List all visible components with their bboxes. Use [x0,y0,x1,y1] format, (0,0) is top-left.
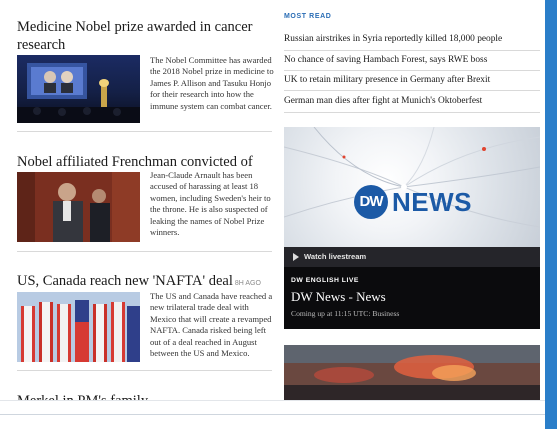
divider [17,370,272,371]
article-headline[interactable]: US, Canada reach new 'NAFTA' deal 8H AGO [17,272,272,293]
most-read-item[interactable]: Russian airstrikes in Syria reportedly k… [284,33,540,45]
article-headline[interactable]: Medicine Nobel prize awarded in cancer r… [17,18,272,54]
most-read-item[interactable]: German man dies after fight at Munich's … [284,95,540,107]
watch-livestream-label: Watch livestream [304,252,367,261]
article-teaser: The Nobel Committee has awarded the 2018… [150,55,274,111]
article-thumbnail[interactable] [17,55,140,123]
divider [284,112,540,113]
live-subtitle: Coming up at 11:15 UTC: Business [291,309,400,318]
most-read-item[interactable]: No chance of saving Hambach Forest, says… [284,54,540,66]
divider [284,90,540,91]
live-title[interactable]: DW News - News [291,289,386,305]
article-teaser: The US and Canada have reached a new tri… [150,291,273,359]
dw-logo-icon: DW [354,185,388,219]
divider [284,70,540,71]
crowd-flares-image [284,345,540,400]
promo-image[interactable] [284,345,540,400]
flags-image [17,292,140,362]
window-edge [545,0,557,429]
livestream-card[interactable]: DW NEWS Watch livestream DW ENGLISH LIVE… [284,127,540,329]
divider [17,251,272,252]
article-nobel-medicine[interactable]: Medicine Nobel prize awarded in cancer r… [17,18,274,130]
article-frenchman-convicted[interactable]: Nobel affiliated Frenchman convicted of … [17,153,272,263]
courtroom-image [17,172,140,242]
most-read-heading: MOST READ [284,13,332,20]
article-thumbnail[interactable] [17,172,140,242]
bottom-border [0,414,557,429]
news-list: Medicine Nobel prize awarded in cancer r… [0,0,276,400]
most-read-item[interactable]: UK to retain military presence in German… [284,74,540,86]
article-timestamp: 8H AGO [234,280,261,287]
article-next[interactable]: Merkel in PM's family... [17,392,272,400]
play-icon [293,253,299,261]
divider [17,131,272,132]
article-teaser: Jean-Claude Arnault has been accused of … [150,170,271,238]
divider [284,50,540,51]
bottom-band [0,400,545,414]
live-kicker: DW ENGLISH LIVE [291,277,359,284]
watch-livestream-bar[interactable]: Watch livestream [284,247,540,267]
page-frame: Medicine Nobel prize awarded in cancer r… [0,0,557,429]
article-thumbnail[interactable] [17,292,140,362]
dw-news-wordmark: NEWS [392,187,472,217]
sidebar: MOST READ Russian airstrikes in Syria re… [284,0,540,400]
article-headline[interactable]: Merkel in PM's family... [17,392,272,400]
livestream-visual: DW NEWS [284,127,540,247]
nobel-stage-image [17,63,140,123]
article-nafta-deal[interactable]: US, Canada reach new 'NAFTA' deal8H AGO [17,272,272,382]
